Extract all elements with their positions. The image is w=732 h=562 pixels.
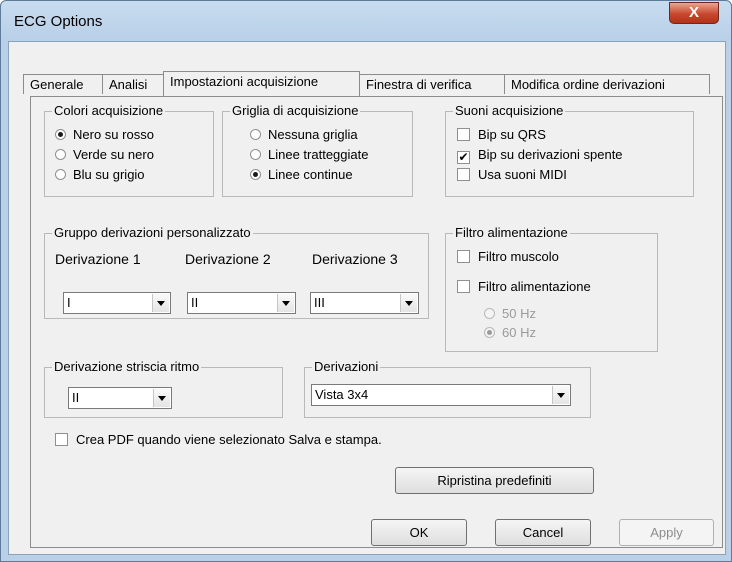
chevron-down-icon[interactable] (400, 294, 417, 312)
radio-50-hz: 50 Hz (484, 306, 536, 321)
tab-modifica-ordine-derivazioni[interactable]: Modifica ordine derivazioni (504, 74, 710, 94)
radio-icon (250, 169, 261, 180)
chevron-down-icon[interactable] (153, 389, 170, 407)
leads-view-select[interactable]: Vista 3x4 (311, 384, 571, 406)
cancel-button[interactable]: Cancel (495, 519, 591, 546)
dialog-client: Generale Analisi Impostazioni acquisizio… (8, 41, 726, 555)
radio-icon (250, 149, 261, 160)
radio-linee-continue[interactable]: Linee continue (250, 167, 353, 182)
title-bar[interactable]: ECG Options X (1, 1, 731, 41)
radio-60-hz: 60 Hz (484, 325, 536, 340)
radio-icon (484, 308, 495, 319)
chevron-down-icon[interactable] (277, 294, 294, 312)
power-filter-title: Filtro alimentazione (453, 225, 570, 240)
checkbox-icon (55, 433, 68, 446)
tab-analisi[interactable]: Analisi (102, 74, 164, 94)
radio-icon (55, 169, 66, 180)
colors-group-title: Colori acquisizione (52, 103, 166, 118)
radio-blu-su-grigio[interactable]: Blu su grigio (55, 167, 145, 182)
custom-leads-title: Gruppo derivazioni personalizzato (52, 225, 253, 240)
close-button[interactable]: X (669, 2, 719, 24)
check-filtro-alimentazione[interactable]: Filtro alimentazione (457, 279, 591, 294)
check-bip-su-qrs[interactable]: Bip su QRS (457, 127, 546, 142)
radio-icon (55, 149, 66, 160)
tab-finestra-di-verifica[interactable]: Finestra di verifica (359, 74, 505, 94)
check-usa-suoni-midi[interactable]: Usa suoni MIDI (457, 167, 567, 182)
chevron-down-icon[interactable] (552, 386, 569, 404)
ok-button[interactable]: OK (371, 519, 467, 546)
radio-linee-tratteggiate[interactable]: Linee tratteggiate (250, 147, 368, 162)
lead-2-label: Derivazione 2 (185, 251, 271, 267)
lead-3-label: Derivazione 3 (312, 251, 398, 267)
dialog-window: ECG Options X Generale Analisi Impostazi… (0, 0, 732, 562)
chevron-down-icon[interactable] (152, 294, 169, 312)
radio-icon (55, 129, 66, 140)
restore-defaults-button[interactable]: Ripristina predefiniti (395, 467, 594, 494)
checkbox-icon (457, 250, 470, 263)
checkbox-icon (457, 168, 470, 181)
radio-icon (484, 327, 495, 338)
radio-verde-su-nero[interactable]: Verde su nero (55, 147, 154, 162)
lead-2-select[interactable]: II (187, 292, 296, 314)
rhythm-lead-select[interactable]: II (68, 387, 172, 409)
tab-generale[interactable]: Generale (23, 74, 103, 94)
radio-icon (250, 129, 261, 140)
apply-button[interactable]: Apply (619, 519, 714, 546)
rhythm-group-title: Derivazione striscia ritmo (52, 359, 202, 374)
sounds-group-title: Suoni acquisizione (453, 103, 566, 118)
check-filtro-muscolo[interactable]: Filtro muscolo (457, 249, 559, 264)
lead-3-select[interactable]: III (310, 292, 419, 314)
radio-nessuna-griglia[interactable]: Nessuna griglia (250, 127, 358, 142)
checkbox-icon (457, 128, 470, 141)
close-icon: X (688, 4, 699, 21)
check-bip-su-derivazioni-spente[interactable]: ✔ Bip su derivazioni spente (457, 147, 623, 164)
tab-impostazioni-acquisizione[interactable]: Impostazioni acquisizione (163, 71, 360, 96)
checkmark-icon: ✔ (457, 150, 470, 164)
lead-1-label: Derivazione 1 (55, 251, 141, 267)
radio-nero-su-rosso[interactable]: Nero su rosso (55, 127, 154, 142)
lead-1-select[interactable]: I (63, 292, 171, 314)
checkbox-icon (457, 280, 470, 293)
leads-group-title: Derivazioni (312, 359, 381, 374)
check-crea-pdf[interactable]: Crea PDF quando viene selezionato Salva … (55, 432, 382, 447)
window-title: ECG Options (14, 13, 103, 30)
grid-group-title: Griglia di acquisizione (230, 103, 361, 118)
